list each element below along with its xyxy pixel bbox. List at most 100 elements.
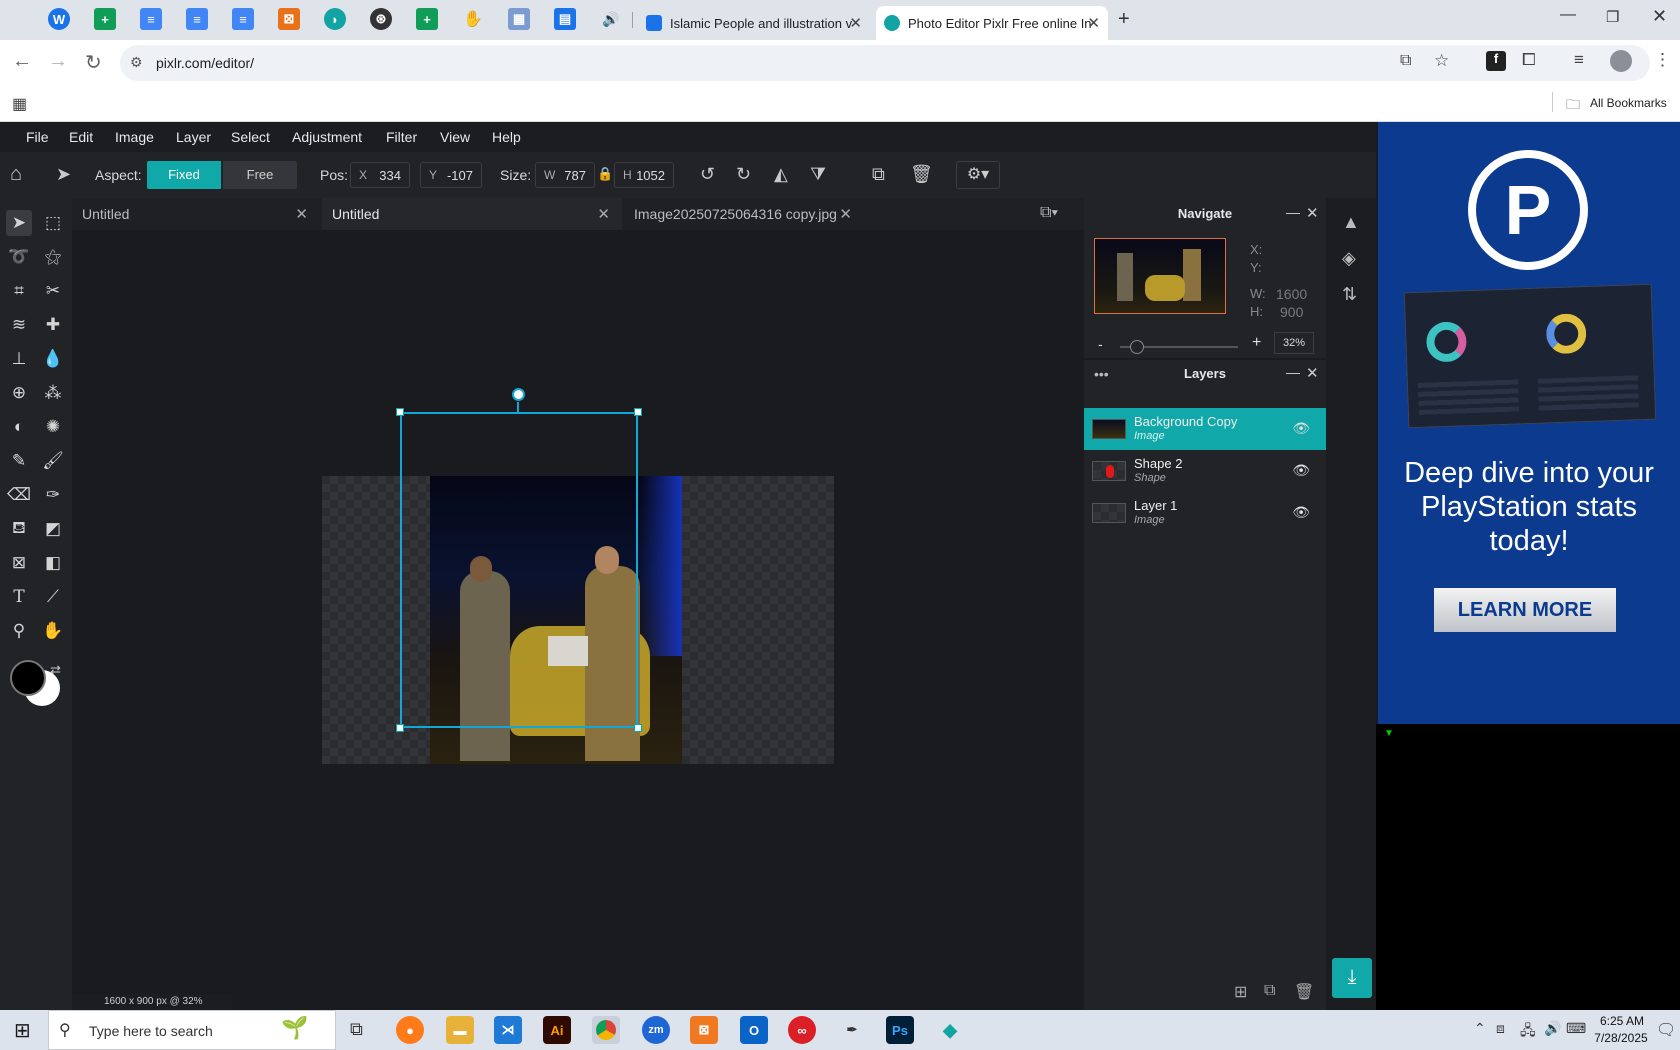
- text-tool-icon[interactable]: T: [6, 584, 32, 610]
- close-doc-icon[interactable]: ✕: [839, 205, 852, 223]
- transform-selection[interactable]: [400, 412, 638, 728]
- zoom-icon[interactable]: ⚲: [6, 618, 32, 644]
- y-field-value[interactable]: -107: [447, 168, 481, 183]
- foreground-color-swatch[interactable]: [10, 660, 46, 696]
- flip-horizontal-icon[interactable]: ◭: [774, 164, 788, 185]
- duplicate-layer-icon[interactable]: ⧉: [1264, 982, 1275, 1000]
- x-field-value[interactable]: 334: [379, 168, 409, 183]
- crop-icon[interactable]: ⌗: [6, 278, 32, 304]
- menu-view[interactable]: View: [440, 129, 470, 145]
- heal-bandage-icon[interactable]: ✚: [40, 312, 66, 338]
- clone-stamp-icon[interactable]: ⊥: [6, 346, 32, 372]
- resize-handle-bottom-right[interactable]: [634, 724, 642, 732]
- ad-learn-more-button[interactable]: LEARN MORE: [1434, 588, 1616, 632]
- pixlr-app-icon[interactable]: ◆: [936, 1016, 964, 1044]
- pinned-tab-docs-icon[interactable]: ≡: [140, 8, 162, 30]
- notifications-icon[interactable]: 🗨: [1656, 1020, 1676, 1040]
- sponge-icon[interactable]: ⊕: [6, 380, 32, 406]
- zoom-out-button[interactable]: -: [1098, 336, 1103, 352]
- brush-icon[interactable]: 🖌: [40, 448, 66, 474]
- close-tab-icon[interactable]: ✕: [1087, 14, 1100, 32]
- pinned-tab-sheets-icon[interactable]: +: [94, 8, 116, 30]
- layers-toggle-icon[interactable]: ◈: [1342, 248, 1356, 269]
- fill-bucket-icon[interactable]: ⛾: [6, 516, 32, 542]
- aspect-fixed-button[interactable]: Fixed: [147, 161, 221, 189]
- rotate-handle[interactable]: [512, 388, 525, 401]
- vscode-icon[interactable]: ⋊: [494, 1016, 522, 1044]
- add-layer-icon[interactable]: ⊞: [1234, 982, 1247, 1002]
- layer-visibility-eye-icon[interactable]: 👁: [1292, 420, 1310, 437]
- close-doc-icon[interactable]: ✕: [597, 205, 610, 223]
- zoom-in-button[interactable]: +: [1252, 334, 1261, 352]
- pinned-tab-openai-icon[interactable]: ⊛: [370, 8, 392, 30]
- network-icon[interactable]: 🖧: [1520, 1020, 1536, 1044]
- menu-image[interactable]: Image: [115, 129, 154, 145]
- pinned-tab-forms-icon[interactable]: ▤: [554, 8, 576, 30]
- minimize-panel-icon[interactable]: —: [1286, 364, 1300, 380]
- layer-row-shape-2[interactable]: Shape 2 Shape 👁: [1084, 450, 1326, 492]
- pinned-tab-qr-icon[interactable]: ▦: [508, 8, 530, 30]
- address-bar[interactable]: ⚙ pixlr.com/editor/ ⧉ ☆: [120, 45, 1650, 81]
- profile-avatar[interactable]: [1610, 50, 1632, 72]
- browser-tab-pixlr[interactable]: Photo Editor Pixlr Free online In ✕: [876, 6, 1108, 40]
- install-app-icon[interactable]: ⧉: [1400, 52, 1411, 70]
- menu-edit[interactable]: Edit: [69, 129, 93, 145]
- eyedropper-icon[interactable]: ⟋: [40, 584, 66, 610]
- magic-wand-icon[interactable]: ⚝: [40, 244, 66, 270]
- site-info-icon[interactable]: ⚙: [130, 54, 143, 71]
- illustrator-icon[interactable]: Ai: [543, 1016, 571, 1044]
- hand-pan-icon[interactable]: ✋: [40, 618, 66, 644]
- menu-help[interactable]: Help: [492, 129, 521, 145]
- duplicate-icon[interactable]: ⧉: [872, 164, 885, 185]
- lock-aspect-icon[interactable]: 🔒: [597, 166, 613, 182]
- pinned-tab-docs-icon[interactable]: ≡: [186, 8, 208, 30]
- liquify-icon[interactable]: ≋: [6, 312, 32, 338]
- photoshop-icon[interactable]: Ps: [886, 1016, 914, 1044]
- extension-f-icon[interactable]: f: [1486, 51, 1506, 71]
- doc-tab-untitled-1[interactable]: Untitled ✕: [72, 198, 320, 230]
- xampp-icon[interactable]: ⊠: [690, 1016, 718, 1044]
- taskbar-search-box[interactable]: ⚲ Type here to search 🌱: [48, 1010, 336, 1050]
- clock-date[interactable]: 7/28/2025: [1586, 1031, 1656, 1045]
- pinned-tab-sheets-icon[interactable]: +: [416, 8, 438, 30]
- clock-time[interactable]: 6:25 AM: [1592, 1014, 1652, 1028]
- shapes-icon[interactable]: ◧: [40, 550, 66, 576]
- dodge-burn-icon[interactable]: ◐: [6, 414, 32, 440]
- keyboard-layout-icon[interactable]: ⌨: [1566, 1020, 1586, 1037]
- chrome-icon[interactable]: [592, 1016, 620, 1044]
- layer-row-layer-1[interactable]: Layer 1 Image 👁: [1084, 492, 1326, 534]
- gradient-icon[interactable]: ◩: [40, 516, 66, 542]
- smart-brush-icon[interactable]: ✑: [40, 482, 66, 508]
- close-doc-icon[interactable]: ✕: [295, 205, 308, 223]
- bookmark-star-icon[interactable]: ☆: [1434, 51, 1449, 71]
- pos-y-input[interactable]: Y -107: [420, 162, 482, 188]
- close-window-icon[interactable]: ✕: [1652, 6, 1667, 27]
- volume-icon[interactable]: 🔊: [1544, 1020, 1561, 1037]
- outlook-icon[interactable]: O: [740, 1016, 768, 1044]
- resize-handle-top-right[interactable]: [634, 408, 642, 416]
- resize-handle-top-left[interactable]: [396, 408, 404, 416]
- menu-select[interactable]: Select: [231, 129, 270, 145]
- forward-arrow-icon[interactable]: →: [48, 50, 68, 73]
- media-controls-icon[interactable]: ≡: [1574, 50, 1584, 70]
- navigator-toggle-icon[interactable]: ▲: [1342, 212, 1360, 233]
- zoom-slider[interactable]: [1120, 340, 1238, 354]
- task-view-icon[interactable]: ⧉: [350, 1019, 363, 1040]
- rotate-right-icon[interactable]: ↻: [736, 164, 751, 185]
- navigator-thumbnail[interactable]: [1094, 238, 1226, 314]
- all-bookmarks-link[interactable]: All Bookmarks: [1590, 96, 1667, 110]
- search-placeholder[interactable]: Type here to search: [89, 1023, 213, 1039]
- w-field-value[interactable]: 787: [564, 168, 594, 183]
- eraser-icon[interactable]: ⌫: [6, 482, 32, 508]
- advertisement[interactable]: P Deep dive into your PlayStation stats …: [1378, 122, 1680, 724]
- creative-cloud-icon[interactable]: ∞: [788, 1016, 816, 1044]
- layer-row-background-copy[interactable]: Background Copy Image 👁: [1084, 408, 1326, 450]
- canvas-workspace[interactable]: [72, 230, 1084, 1010]
- resize-handle-bottom-left[interactable]: [396, 724, 404, 732]
- menu-filter[interactable]: Filter: [386, 129, 417, 145]
- reload-icon[interactable]: ↻: [85, 50, 102, 75]
- url-text[interactable]: pixlr.com/editor/: [156, 55, 254, 71]
- aspect-free-button[interactable]: Free: [223, 161, 297, 189]
- new-tab-button[interactable]: +: [1118, 8, 1130, 31]
- pinned-tab-hand-icon[interactable]: ✋: [462, 8, 484, 30]
